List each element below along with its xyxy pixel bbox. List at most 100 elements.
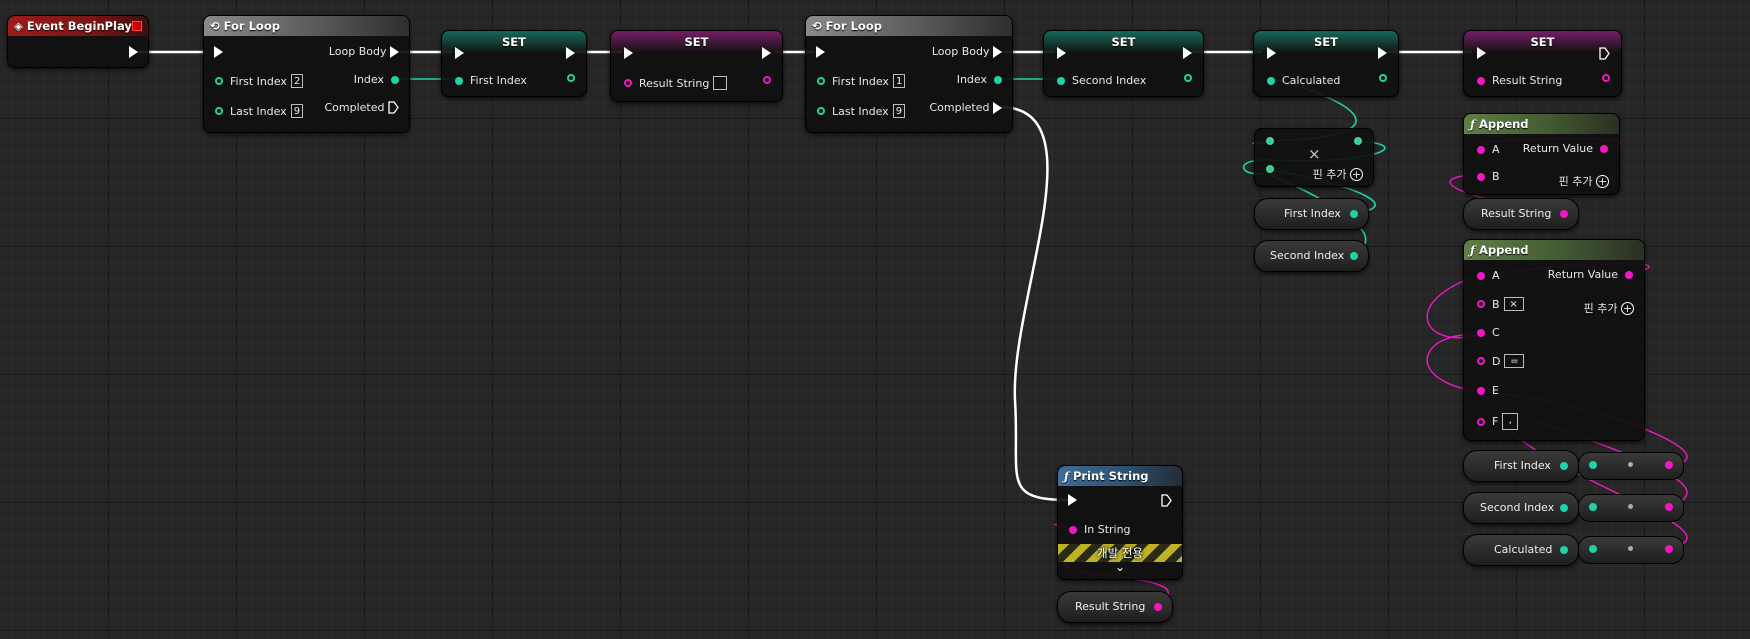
int-to-string-conversion[interactable] [1578, 536, 1684, 564]
exec-out-pin[interactable] [762, 47, 771, 59]
calculated-getter[interactable]: Calculated [1463, 534, 1579, 566]
expand-chevron-icon[interactable]: ⌄ [1058, 561, 1182, 573]
exec-out-pin[interactable] [1161, 494, 1172, 507]
completed-pin[interactable]: Completed [930, 101, 1002, 114]
append-a-pin[interactable]: A [1477, 143, 1500, 156]
int-pin-icon[interactable] [1560, 504, 1568, 512]
return-value-pin[interactable]: Return Value [1523, 142, 1608, 155]
second-index-getter[interactable]: Second Index [1254, 240, 1369, 272]
exec-out-pin[interactable] [566, 47, 575, 59]
completed-pin[interactable]: Completed [325, 101, 400, 114]
int-pin-icon[interactable] [1350, 210, 1358, 218]
loop-body-pin[interactable]: Loop Body [932, 45, 1002, 58]
set-result-string-node-2[interactable]: SET Result String [1463, 30, 1622, 97]
delegate-pin-icon[interactable] [132, 21, 142, 31]
set-calculated-node[interactable]: SET Calculated [1253, 30, 1399, 97]
first-index-out-pin[interactable] [567, 74, 575, 82]
result-string-in-pin[interactable]: Result String [624, 76, 728, 90]
append-d-input[interactable]: = [1504, 354, 1525, 368]
result-string-getter[interactable]: Result String [1057, 591, 1173, 623]
string-pin-icon[interactable] [1154, 603, 1162, 611]
append-a-pin[interactable]: A [1477, 269, 1500, 282]
print-string-node[interactable]: ƒ Print String In String 개발 전용 ⌄ [1057, 465, 1183, 580]
set-second-index-node[interactable]: SET Second Index [1043, 30, 1204, 97]
for-loop-node-1[interactable]: ⟲ For Loop Loop Body First Index 2 Index L… [203, 15, 410, 133]
string-pin-icon[interactable] [1665, 461, 1673, 469]
append-b-pin[interactable]: B × [1477, 297, 1524, 311]
event-begin-play-node[interactable]: ◈ Event BeginPlay [7, 15, 149, 68]
calculated-in-pin[interactable]: Calculated [1267, 74, 1340, 87]
result-string-getter[interactable]: Result String [1463, 198, 1579, 230]
exec-out-pin[interactable] [129, 46, 138, 58]
append-c-pin[interactable]: C [1477, 326, 1500, 339]
string-pin-icon[interactable] [1665, 503, 1673, 511]
append-node-2[interactable]: ƒ Append A Return Value B × 핀 추가 + C D = E … [1463, 239, 1645, 441]
set-result-string-node-1[interactable]: SET Result String [610, 30, 783, 102]
return-value-pin[interactable]: Return Value [1548, 268, 1633, 281]
exec-in-pin[interactable] [816, 46, 825, 58]
int-pin-icon[interactable] [1560, 546, 1568, 554]
for-loop-node-2[interactable]: ⟲ For Loop Loop Body First Index 1 Index L… [805, 15, 1013, 133]
append-f-pin[interactable]: F, [1477, 413, 1519, 430]
in-string-pin[interactable]: In String [1069, 523, 1131, 536]
exec-out-pin[interactable] [1183, 47, 1192, 59]
first-index-in-pin[interactable]: First Index [455, 74, 527, 87]
string-pin-icon[interactable] [1665, 545, 1673, 553]
string-pin-icon [1477, 145, 1485, 154]
add-pin-button[interactable]: 핀 추가 + [1584, 300, 1634, 316]
first-index-getter[interactable]: First Index [1463, 450, 1579, 482]
exec-out-pin[interactable] [1378, 47, 1387, 59]
int-pin-icon[interactable] [1589, 545, 1597, 553]
second-index-in-pin[interactable]: Second Index [1057, 74, 1146, 87]
add-pin-button[interactable]: 핀 추가 + [1313, 166, 1363, 182]
int-pin-icon[interactable] [1589, 503, 1597, 511]
first-index-input[interactable]: 2 [290, 74, 304, 88]
last-index-pin[interactable]: Last Index 9 [817, 104, 906, 118]
last-index-input[interactable]: 9 [290, 104, 304, 118]
int-pin-icon[interactable] [1350, 252, 1358, 260]
int-pin-icon[interactable] [1560, 462, 1568, 470]
exec-in-pin[interactable] [1267, 47, 1276, 59]
set-first-index-node[interactable]: SET First Index [441, 30, 587, 97]
string-pin-icon [1602, 74, 1610, 82]
first-index-pin[interactable]: First Index 2 [215, 74, 304, 88]
first-index-getter[interactable]: First Index [1254, 198, 1369, 230]
result-string-input[interactable] [713, 76, 728, 90]
result-string-in-pin[interactable]: Result String [1477, 74, 1562, 87]
multiply-result-pin[interactable] [1354, 137, 1362, 145]
result-string-out-pin[interactable] [1602, 74, 1610, 82]
calculated-out-pin[interactable] [1379, 74, 1387, 82]
exec-in-pin[interactable] [1477, 47, 1486, 59]
exec-in-pin[interactable] [214, 46, 223, 58]
add-pin-button[interactable]: 핀 추가 + [1559, 173, 1609, 189]
multiply-b-pin[interactable] [1266, 165, 1274, 173]
int-to-string-conversion[interactable] [1578, 494, 1684, 522]
index-pin[interactable]: Index [354, 73, 399, 86]
exec-in-pin[interactable] [624, 47, 633, 59]
append-d-pin[interactable]: D = [1477, 354, 1525, 368]
pin-label: D [1492, 354, 1501, 368]
last-index-pin[interactable]: Last Index 9 [215, 104, 304, 118]
append-b-input[interactable]: × [1503, 297, 1524, 311]
second-index-out-pin[interactable] [1184, 74, 1192, 82]
index-pin[interactable]: Index [957, 73, 1002, 86]
exec-in-pin[interactable] [455, 47, 464, 59]
exec-out-pin[interactable] [1599, 47, 1610, 60]
multiply-node[interactable]: × 핀 추가 + [1254, 128, 1374, 187]
result-string-out-pin[interactable] [763, 76, 771, 84]
exec-in-pin[interactable] [1057, 47, 1066, 59]
multiply-a-pin[interactable] [1266, 137, 1274, 145]
int-to-string-conversion[interactable] [1578, 452, 1684, 480]
last-index-input[interactable]: 9 [892, 104, 906, 118]
string-pin-icon[interactable] [1560, 210, 1568, 218]
append-node-1[interactable]: ƒ Append A Return Value B 핀 추가 + [1463, 113, 1620, 195]
second-index-getter[interactable]: Second Index [1463, 492, 1579, 524]
exec-in-pin[interactable] [1068, 494, 1077, 506]
append-b-pin[interactable]: B [1477, 170, 1500, 183]
int-pin-icon[interactable] [1589, 461, 1597, 469]
first-index-input[interactable]: 1 [892, 74, 906, 88]
append-e-pin[interactable]: E [1477, 384, 1499, 397]
first-index-pin[interactable]: First Index 1 [817, 74, 906, 88]
loop-body-pin[interactable]: Loop Body [329, 45, 399, 58]
append-f-input[interactable]: , [1502, 413, 1519, 430]
